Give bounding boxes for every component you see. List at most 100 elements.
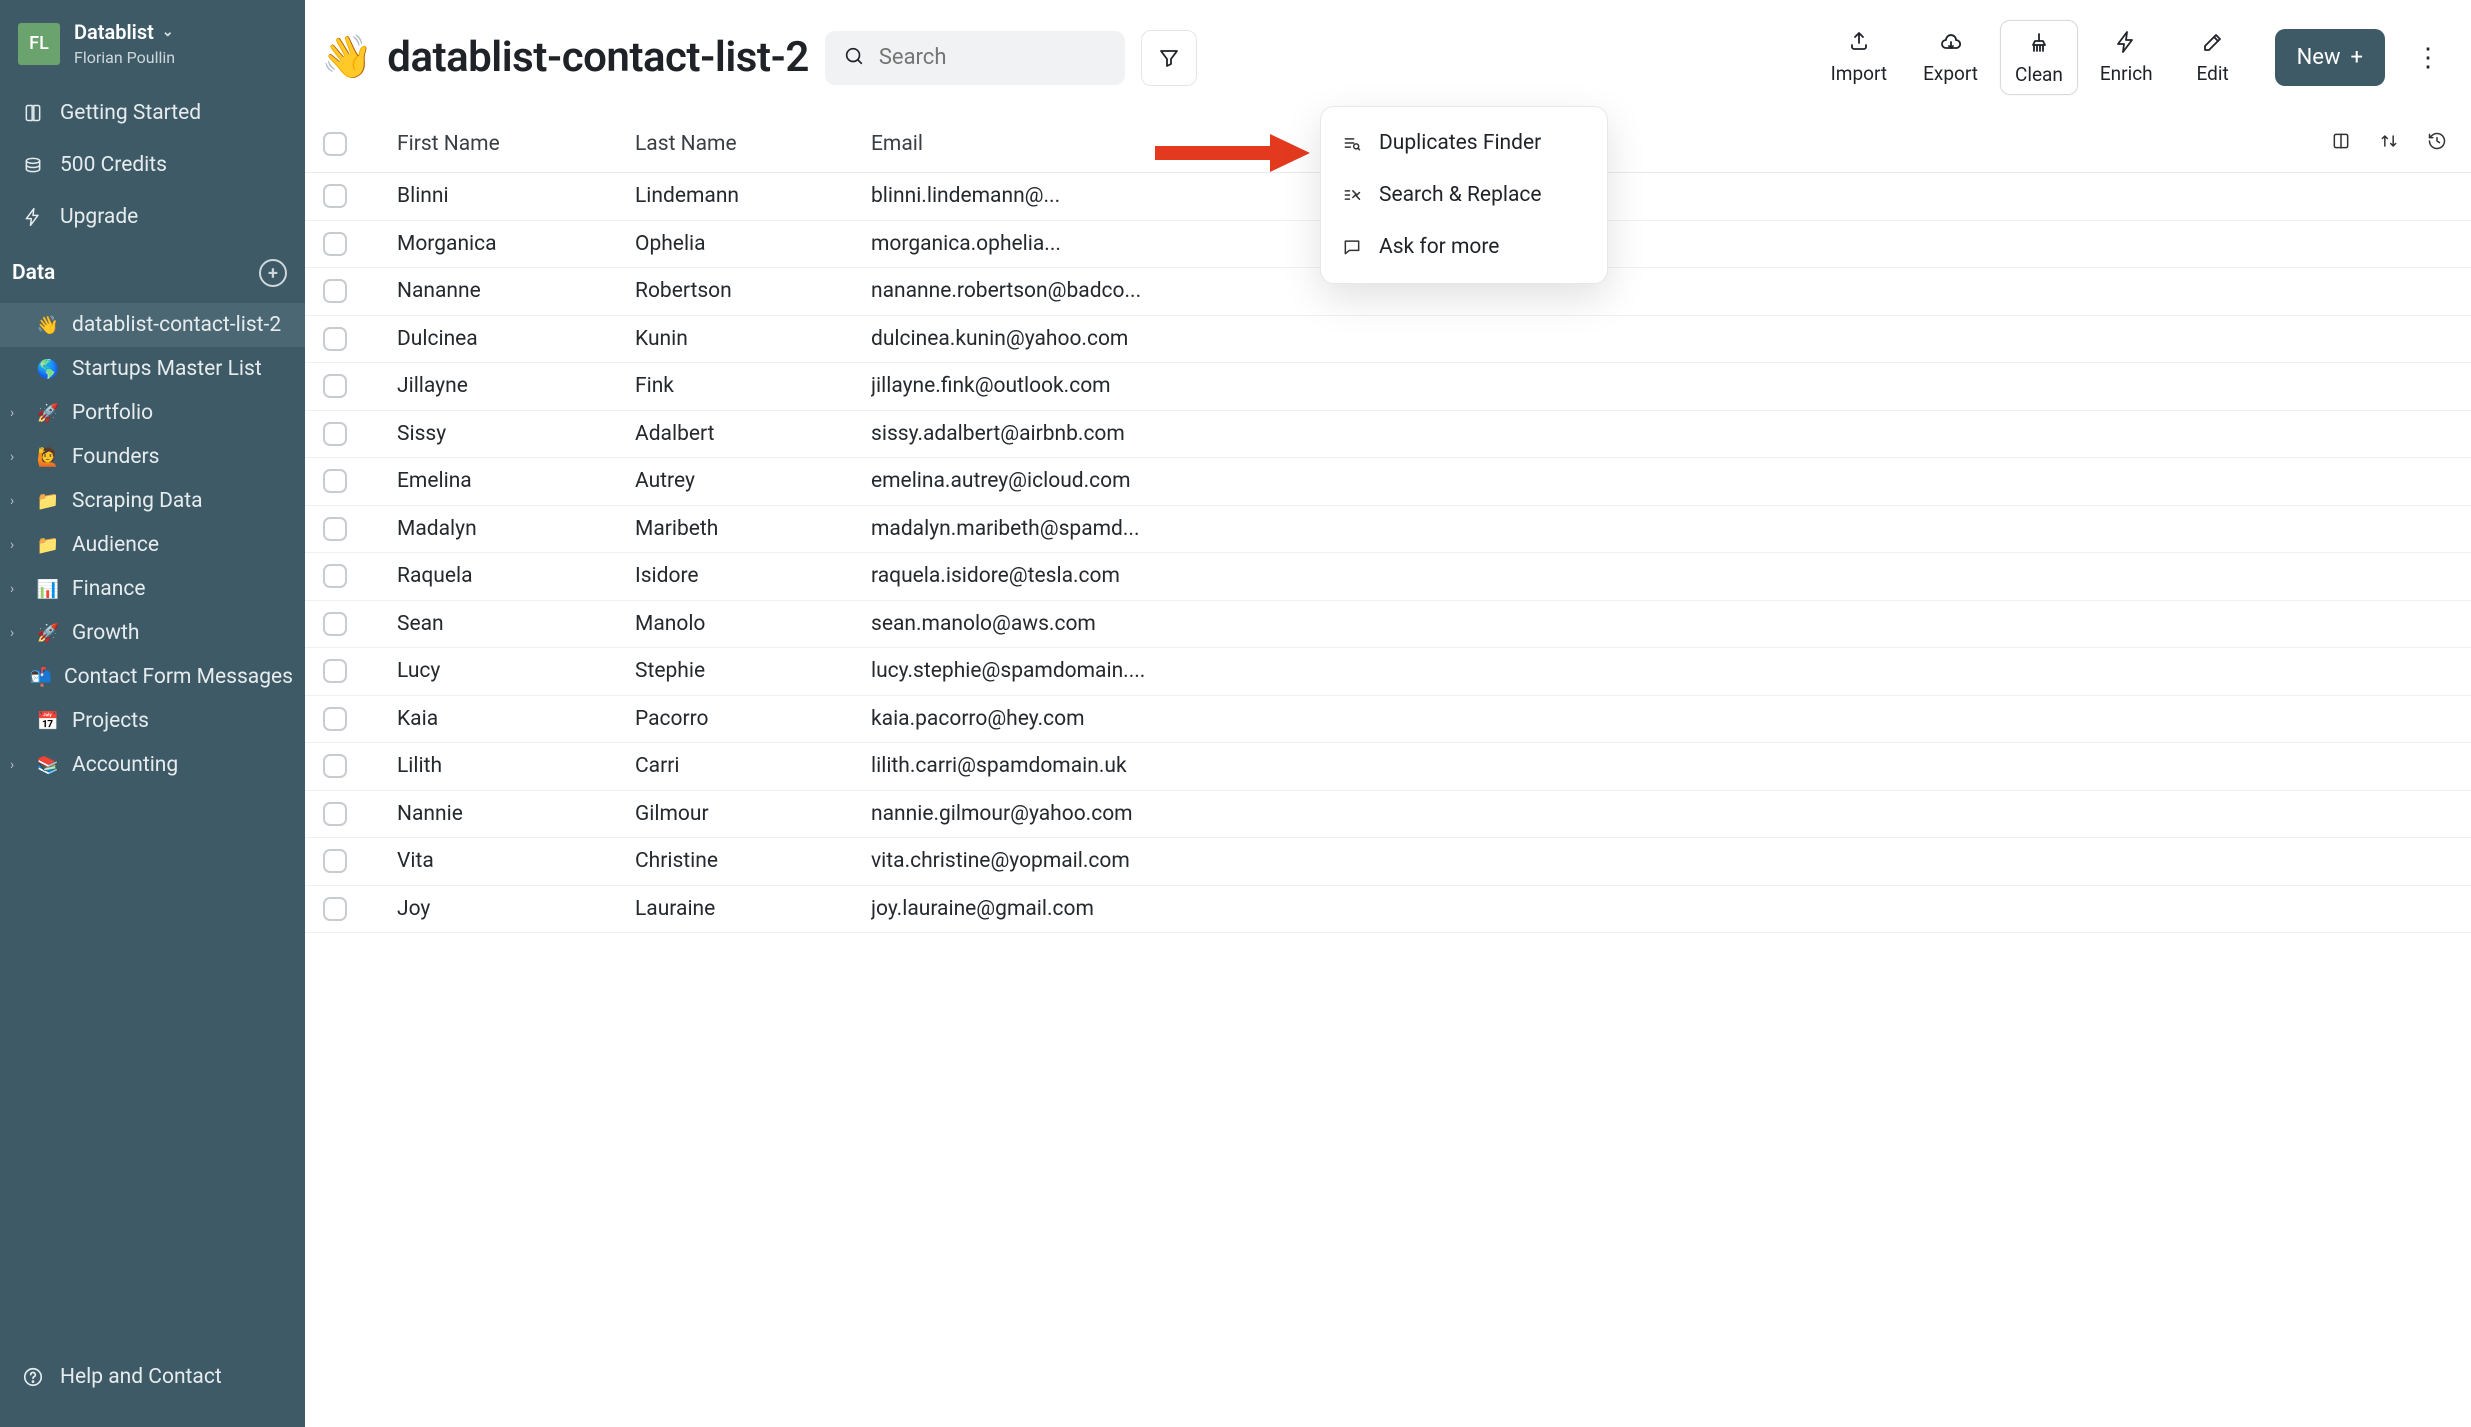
table-row[interactable]: JillayneFinkjillayne.fink@outlook.com bbox=[305, 363, 2471, 411]
cell-last-name: Maribeth bbox=[635, 517, 871, 541]
search-box[interactable] bbox=[825, 31, 1125, 85]
edit-label: Edit bbox=[2197, 62, 2229, 85]
cell-last-name: Robertson bbox=[635, 279, 871, 303]
tree-item-growth[interactable]: ›🚀Growth bbox=[0, 611, 305, 655]
cell-email: lucy.stephie@spamdomain.... bbox=[871, 659, 1301, 683]
cell-last-name: Lauraine bbox=[635, 897, 871, 921]
row-checkbox[interactable] bbox=[323, 469, 347, 493]
clean-menu-search-replace[interactable]: Search & Replace bbox=[1321, 169, 1607, 221]
new-button-label: New bbox=[2297, 45, 2341, 70]
table-row[interactable]: DulcineaKunindulcinea.kunin@yahoo.com bbox=[305, 316, 2471, 364]
chevron-right-icon: › bbox=[10, 493, 24, 509]
cell-email: blinni.lindemann@... bbox=[871, 184, 1301, 208]
table-row[interactable]: JoyLaurainejoy.lauraine@gmail.com bbox=[305, 886, 2471, 934]
cell-last-name: Gilmour bbox=[635, 802, 871, 826]
columns-icon[interactable] bbox=[2331, 131, 2351, 156]
table-row[interactable]: MadalynMaribethmadalyn.maribeth@spamd... bbox=[305, 506, 2471, 554]
search-input[interactable] bbox=[879, 45, 1107, 70]
enrich-action[interactable]: Enrich bbox=[2086, 20, 2167, 93]
tree-item-label: Projects bbox=[72, 709, 149, 733]
export-action[interactable]: Export bbox=[1909, 20, 1992, 93]
table-row[interactable]: LilithCarrililith.carri@spamdomain.uk bbox=[305, 743, 2471, 791]
tree-item-finance[interactable]: ›📊Finance bbox=[0, 567, 305, 611]
tree-item-projects[interactable]: ›📅Projects bbox=[0, 699, 305, 743]
cell-email: dulcinea.kunin@yahoo.com bbox=[871, 327, 1301, 351]
workspace-header[interactable]: FL Datablist ⌄ Florian Poullin bbox=[0, 0, 305, 87]
new-button[interactable]: New + bbox=[2275, 29, 2385, 86]
row-checkbox[interactable] bbox=[323, 564, 347, 588]
row-checkbox[interactable] bbox=[323, 659, 347, 683]
table-row[interactable]: NannieGilmournannie.gilmour@yahoo.com bbox=[305, 791, 2471, 839]
edit-action[interactable]: Edit bbox=[2175, 20, 2251, 93]
add-collection-button[interactable]: + bbox=[259, 259, 287, 287]
row-checkbox[interactable] bbox=[323, 279, 347, 303]
sort-icon[interactable] bbox=[2379, 131, 2399, 156]
cell-email: raquela.isidore@tesla.com bbox=[871, 564, 1301, 588]
table-row[interactable]: KaiaPacorrokaia.pacorro@hey.com bbox=[305, 696, 2471, 744]
cell-last-name: Manolo bbox=[635, 612, 871, 636]
cell-email: sissy.adalbert@airbnb.com bbox=[871, 422, 1301, 446]
tree-item-audience[interactable]: ›📁Audience bbox=[0, 523, 305, 567]
import-icon bbox=[1847, 28, 1871, 56]
filter-button[interactable] bbox=[1141, 30, 1197, 86]
cell-email: madalyn.maribeth@spamd... bbox=[871, 517, 1301, 541]
row-checkbox[interactable] bbox=[323, 754, 347, 778]
sidebar-nav-500-credits[interactable]: 500 Credits bbox=[0, 139, 305, 191]
table-row[interactable]: RaquelaIsidoreraquela.isidore@tesla.com bbox=[305, 553, 2471, 601]
cell-email: kaia.pacorro@hey.com bbox=[871, 707, 1301, 731]
collection-emoji: 👋 bbox=[321, 33, 373, 82]
tree-item-accounting[interactable]: ›📚Accounting bbox=[0, 743, 305, 787]
cell-last-name: Pacorro bbox=[635, 707, 871, 731]
cell-first-name: Raquela bbox=[397, 564, 635, 588]
sidebar-nav-getting-started[interactable]: Getting Started bbox=[0, 87, 305, 139]
table-row[interactable]: SeanManolosean.manolo@aws.com bbox=[305, 601, 2471, 649]
tree-item-startups-master-list[interactable]: ›🌎Startups Master List bbox=[0, 347, 305, 391]
sidebar-nav-upgrade[interactable]: Upgrade bbox=[0, 191, 305, 243]
row-checkbox[interactable] bbox=[323, 612, 347, 636]
clean-menu-duplicates-finder[interactable]: Duplicates Finder bbox=[1321, 117, 1607, 169]
table-row[interactable]: EmelinaAutreyemelina.autrey@icloud.com bbox=[305, 458, 2471, 506]
row-checkbox[interactable] bbox=[323, 707, 347, 731]
tree-item-emoji: 👋 bbox=[36, 315, 60, 336]
dropdown-item-label: Ask for more bbox=[1379, 235, 1499, 259]
clean-menu-ask-for-more[interactable]: Ask for more bbox=[1321, 221, 1607, 273]
coins-icon bbox=[22, 155, 44, 175]
tree-item-contact-form-messages[interactable]: ›📬Contact Form Messages bbox=[0, 655, 305, 699]
cell-first-name: Nannie bbox=[397, 802, 635, 826]
tree-item-founders[interactable]: ›🙋Founders bbox=[0, 435, 305, 479]
tree-item-label: Portfolio bbox=[72, 401, 153, 425]
row-checkbox[interactable] bbox=[323, 849, 347, 873]
clean-action[interactable]: Clean bbox=[2000, 20, 2078, 95]
select-all-checkbox[interactable] bbox=[323, 132, 347, 156]
tree-item-emoji: 📁 bbox=[36, 535, 60, 556]
chat-icon bbox=[1341, 237, 1363, 257]
row-checkbox[interactable] bbox=[323, 232, 347, 256]
history-icon[interactable] bbox=[2427, 131, 2447, 156]
table-row[interactable]: LucyStephielucy.stephie@spamdomain.... bbox=[305, 648, 2471, 696]
clean-icon bbox=[2027, 29, 2051, 57]
column-last-name[interactable]: Last Name bbox=[635, 132, 871, 156]
tree-item-portfolio[interactable]: ›🚀Portfolio bbox=[0, 391, 305, 435]
bolt-icon bbox=[22, 207, 44, 227]
table-row[interactable]: SissyAdalbertsissy.adalbert@airbnb.com bbox=[305, 411, 2471, 459]
cell-email: lilith.carri@spamdomain.uk bbox=[871, 754, 1301, 778]
column-first-name[interactable]: First Name bbox=[397, 132, 635, 156]
row-checkbox[interactable] bbox=[323, 374, 347, 398]
table-row[interactable]: VitaChristinevita.christine@yopmail.com bbox=[305, 838, 2471, 886]
dupes-icon bbox=[1341, 133, 1363, 153]
row-checkbox[interactable] bbox=[323, 517, 347, 541]
row-checkbox[interactable] bbox=[323, 422, 347, 446]
row-checkbox[interactable] bbox=[323, 327, 347, 351]
import-action[interactable]: Import bbox=[1817, 20, 1901, 93]
row-checkbox[interactable] bbox=[323, 184, 347, 208]
row-checkbox[interactable] bbox=[323, 897, 347, 921]
help-and-contact[interactable]: Help and Contact bbox=[0, 1347, 305, 1407]
cell-first-name: Lilith bbox=[397, 754, 635, 778]
more-menu-button[interactable]: ⋮ bbox=[2409, 33, 2447, 83]
enrich-label: Enrich bbox=[2100, 62, 2153, 85]
tree-item-datablist-contact-list-2[interactable]: ›👋datablist-contact-list-2 bbox=[0, 303, 305, 347]
tree-item-emoji: 📊 bbox=[36, 579, 60, 600]
column-email[interactable]: Email bbox=[871, 132, 1301, 156]
tree-item-scraping-data[interactable]: ›📁Scraping Data bbox=[0, 479, 305, 523]
row-checkbox[interactable] bbox=[323, 802, 347, 826]
